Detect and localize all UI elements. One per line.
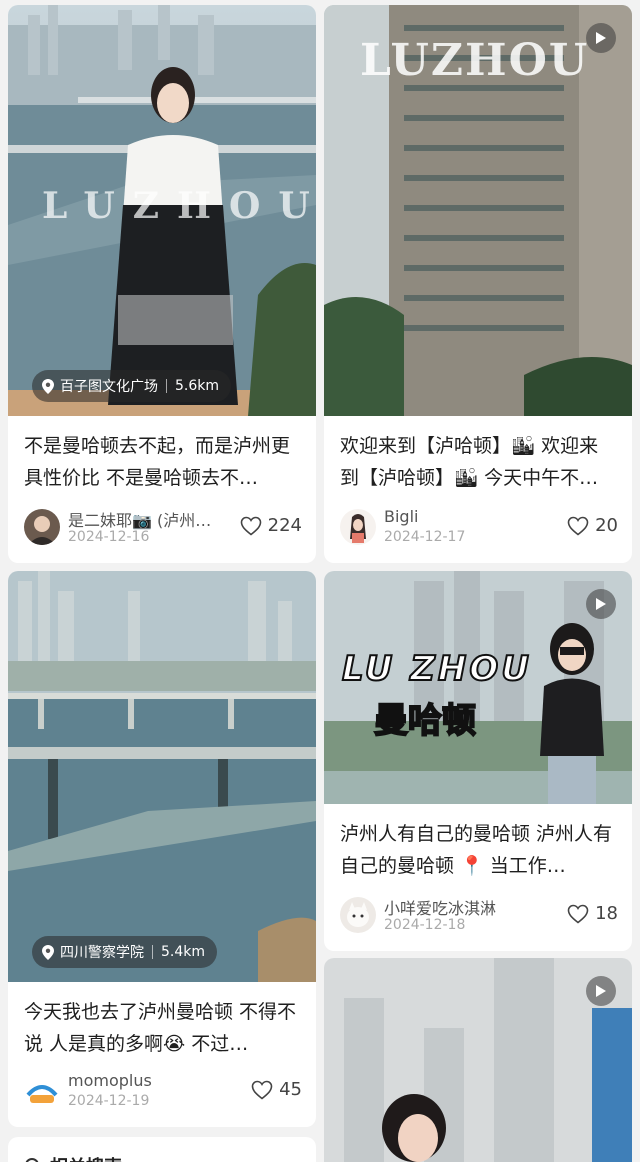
cover-overlay-text: LUZHOU <box>42 185 316 227</box>
post-date: 2024-12-16 <box>68 529 150 545</box>
feed-card[interactable]: LUZHOU 欢迎来到【泸哈顿】🏙 欢迎来到【泸哈顿】🏙 今天中午不… Bigl… <box>324 5 632 563</box>
location-name: 四川警察学院 <box>60 945 144 961</box>
play-icon[interactable] <box>586 23 616 53</box>
card-title[interactable]: 泸州人有自己的曼哈顿 泸州人有自己的曼哈顿 📍 当工作… <box>324 818 632 882</box>
location-tag[interactable]: 百子图文化广场 5.6km <box>32 370 232 402</box>
avatar[interactable] <box>340 897 376 933</box>
like-count: 18 <box>595 903 618 924</box>
cover-overlay-text: LUZHOU <box>360 35 590 86</box>
card-cover-image[interactable]: LUZHOU 百子图文化广场 5.6km <box>8 5 316 416</box>
related-search-card[interactable]: 相关搜索 <box>8 1137 316 1162</box>
heart-icon <box>567 516 589 536</box>
like-button[interactable]: 224 <box>240 515 302 536</box>
location-name: 百子图文化广场 <box>60 379 158 395</box>
card-meta: Bigli 2024-12-17 20 <box>340 507 618 547</box>
card-meta: momoplus 2024-12-19 45 <box>24 1071 302 1111</box>
avatar[interactable] <box>24 1073 60 1109</box>
card-cover-image[interactable] <box>324 958 632 1162</box>
heart-icon <box>240 516 261 536</box>
author-name[interactable]: momoplus <box>68 1071 152 1090</box>
related-search-label: 相关搜索 <box>50 1153 122 1162</box>
like-button[interactable]: 20 <box>567 515 618 536</box>
like-button[interactable]: 18 <box>567 903 618 924</box>
cover-overlay-text: LU ZHOU <box>341 648 532 690</box>
card-title[interactable]: 不是曼哈顿去不起，而是泸州更具性价比 不是曼哈顿去不… <box>8 430 316 494</box>
avatar[interactable] <box>24 509 60 545</box>
heart-icon <box>567 904 589 924</box>
author-name[interactable]: 小咩爱吃冰淇淋 <box>384 895 496 919</box>
post-date: 2024-12-17 <box>384 529 466 545</box>
card-title[interactable]: 欢迎来到【泸哈顿】🏙 欢迎来到【泸哈顿】🏙 今天中午不… <box>324 430 632 494</box>
like-count: 224 <box>267 515 302 536</box>
card-meta: 是二妹耶📷 (泸州… 2024-12-16 224 <box>24 507 302 547</box>
feed-card[interactable] <box>324 958 632 1162</box>
feed-card[interactable]: LUZHOU 百子图文化广场 5.6km 不是曼哈顿去不起，而是泸州更具性价比 … <box>8 5 316 563</box>
cover-illustration <box>8 571 316 982</box>
card-cover-image[interactable]: 四川警察学院 5.4km <box>8 571 316 982</box>
feed-card[interactable]: 四川警察学院 5.4km 今天我也去了泸州曼哈顿 不得不说 人是真的多啊😭 不过… <box>8 571 316 1127</box>
like-count: 20 <box>595 515 618 536</box>
post-date: 2024-12-19 <box>68 1093 150 1109</box>
location-tag[interactable]: 四川警察学院 5.4km <box>32 936 218 968</box>
search-icon <box>25 1158 39 1162</box>
card-cover-image[interactable]: LU ZHOU 曼哈顿 <box>324 571 632 804</box>
card-title[interactable]: 今天我也去了泸州曼哈顿 不得不说 人是真的多啊😭 不过… <box>8 996 316 1060</box>
location-distance: 5.6km <box>175 378 220 394</box>
play-icon[interactable] <box>586 976 616 1006</box>
card-meta: 小咩爱吃冰淇淋 2024-12-18 18 <box>340 895 618 935</box>
location-separator <box>152 945 153 959</box>
like-button[interactable]: 45 <box>251 1079 302 1100</box>
heart-icon <box>251 1080 273 1100</box>
like-count: 45 <box>279 1079 302 1100</box>
play-icon[interactable] <box>586 589 616 619</box>
post-date: 2024-12-18 <box>384 917 466 933</box>
feed-card[interactable]: LU ZHOU 曼哈顿 泸州人有自己的曼哈顿 泸州人有自己的曼哈顿 📍 当工作…… <box>324 571 632 951</box>
author-name[interactable]: 是二妹耶📷 (泸州… <box>68 507 211 531</box>
avatar[interactable] <box>340 509 376 545</box>
location-pin-icon <box>42 944 54 960</box>
location-distance: 5.4km <box>161 944 206 960</box>
location-separator <box>166 379 167 393</box>
cover-overlay-subtext: 曼哈顿 <box>373 700 477 742</box>
author-name[interactable]: Bigli <box>384 507 418 526</box>
card-cover-image[interactable]: LUZHOU <box>324 5 632 416</box>
location-pin-icon <box>42 378 54 394</box>
